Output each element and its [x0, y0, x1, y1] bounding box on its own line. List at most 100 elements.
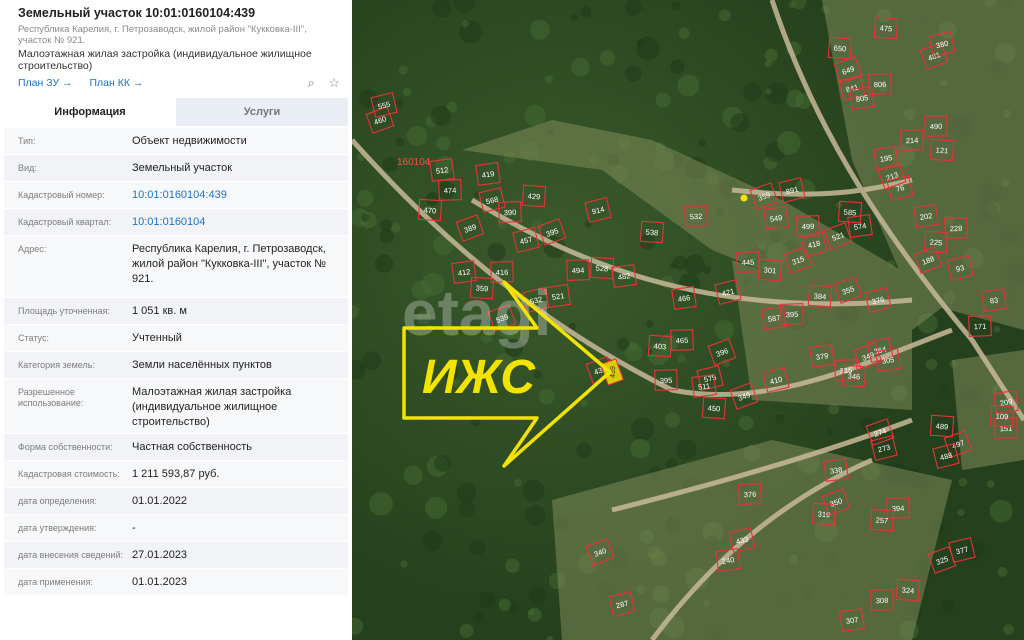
tree-canopy: [764, 59, 773, 68]
tree-canopy: [459, 623, 474, 638]
attribute-label: дата внесения сведений:: [18, 550, 123, 560]
attribute-row: Тип: Объект недвижимости: [4, 128, 348, 155]
parcel-number: 171: [974, 322, 987, 331]
tree-canopy: [524, 104, 546, 126]
attribute-value: 27.01.2023: [132, 549, 188, 561]
parcel-number: 445: [742, 258, 755, 267]
parcel-number: 585: [843, 208, 856, 218]
parcel-number: 307: [845, 615, 859, 626]
tree-canopy: [655, 92, 671, 108]
tree-canopy: [678, 27, 690, 39]
tree-canopy: [993, 325, 1001, 333]
tree-canopy: [433, 455, 451, 472]
attribute-row: дата внесения сведений: 27.01.2023: [4, 542, 348, 569]
card-tools: ⌕ ☆: [297, 75, 340, 91]
watermark: etagi: [402, 277, 551, 349]
tree-canopy: [677, 74, 700, 97]
attribute-value: 1 051 кв. м: [132, 305, 187, 317]
tree-canopy: [395, 137, 405, 147]
attribute-row: Форма собственности: Частная собственност…: [4, 434, 348, 461]
parcel-number: 395: [660, 376, 673, 385]
tree-canopy: [775, 414, 785, 424]
parcel-number: 549: [769, 213, 783, 224]
tree-canopy: [469, 540, 486, 556]
tree-canopy: [359, 89, 378, 109]
tree-canopy: [430, 105, 451, 126]
tree-canopy: [369, 492, 393, 516]
parcel-number: 805: [855, 93, 869, 104]
parcel-number: 384: [813, 292, 826, 302]
parcel-number: 301: [763, 266, 776, 276]
parcel-number: 587: [767, 313, 781, 324]
tree-canopy: [580, 399, 588, 408]
attribute-value[interactable]: 10:01:0160104: [132, 215, 344, 230]
parcel-number: 416: [496, 268, 509, 277]
tree-canopy: [402, 87, 412, 97]
tree-canopy: [498, 598, 511, 611]
tree-canopy: [718, 9, 731, 22]
attribute-value: Малоэтажная жилая застройка (индивидуаль…: [132, 386, 292, 428]
tab-bar: Информация Услуги: [4, 98, 348, 126]
tab-services[interactable]: Услуги: [176, 98, 348, 126]
tree-canopy: [939, 384, 949, 394]
parcel-number: 390: [504, 208, 517, 217]
tree-canopy: [382, 156, 398, 172]
map-view[interactable]: 460 555 512 474 470 389 568 419 390 429 395 457 412 4…: [352, 0, 1024, 640]
attribute-value: Земли населённых пунктов: [132, 359, 272, 371]
attribute-label: Площадь уточненная:: [18, 306, 110, 316]
parcel-number: 403: [653, 342, 666, 352]
parcel-number: 121: [935, 146, 948, 156]
attribute-label: дата утверждения:: [18, 523, 97, 533]
tree-canopy: [664, 412, 680, 428]
parcel-number: 494: [572, 266, 585, 275]
parcel-number: 376: [744, 490, 757, 499]
tree-canopy: [527, 607, 542, 622]
parcel-number: 338: [829, 465, 843, 476]
attribute-value: Объект недвижимости: [132, 135, 247, 147]
tree-canopy: [670, 59, 685, 74]
attribute-value: 01.01.2023: [132, 576, 188, 588]
tree-canopy: [523, 480, 545, 502]
tree-canopy: [714, 320, 735, 340]
tree-canopy: [478, 591, 496, 609]
parcel-number: 429: [527, 192, 540, 202]
tree-canopy: [530, 19, 550, 40]
parcel-title: Земельный участок 10:01:0160104:439: [18, 6, 256, 20]
tree-canopy: [380, 219, 393, 232]
tree-canopy: [525, 505, 546, 526]
attribute-value: 01.01.2022: [132, 495, 188, 507]
satellite-map[interactable]: 460555512474470389568419390429395457412 4…: [352, 0, 1024, 640]
attribute-value[interactable]: 10:01:0160104:439: [132, 188, 344, 203]
plan-links: План ЗУ → План КК →: [18, 77, 157, 89]
tree-canopy: [403, 465, 423, 485]
tree-canopy: [671, 1, 681, 11]
attribute-row: Категория земель: Земли населённых пункто…: [4, 352, 348, 379]
tree-canopy: [356, 189, 374, 207]
tree-canopy: [576, 442, 592, 459]
zoom-to-icon[interactable]: ⌕: [307, 75, 314, 90]
attribute-row: Вид: Земельный участок: [4, 155, 348, 182]
plan-kk-link[interactable]: План КК →: [89, 77, 143, 89]
parcel-number: 532: [690, 212, 703, 221]
tree-canopy: [360, 213, 370, 222]
attribute-value: Земельный участок: [132, 162, 233, 174]
tree-canopy: [544, 75, 553, 84]
tree-canopy: [436, 136, 451, 151]
attribute-label: Тип:: [18, 136, 36, 146]
tree-canopy: [764, 48, 778, 62]
parcel-number: 489: [935, 422, 948, 432]
plan-zu-link[interactable]: План ЗУ →: [18, 77, 73, 89]
tree-canopy: [646, 320, 654, 328]
parcel-number: 257: [875, 516, 888, 526]
parcel-number: 465: [676, 336, 689, 345]
tree-canopy: [421, 530, 443, 552]
parcel-number: 419: [481, 169, 495, 180]
tree-canopy: [406, 125, 428, 147]
attribute-value: Учтенный: [132, 332, 182, 344]
tab-info[interactable]: Информация: [4, 98, 176, 126]
attribute-row: Кадастровый квартал: 10:01:0160104: [4, 209, 348, 236]
tree-canopy: [458, 501, 475, 518]
parcel-number: 225: [929, 238, 942, 248]
star-icon[interactable]: ☆: [328, 75, 340, 90]
tree-canopy: [743, 82, 762, 101]
